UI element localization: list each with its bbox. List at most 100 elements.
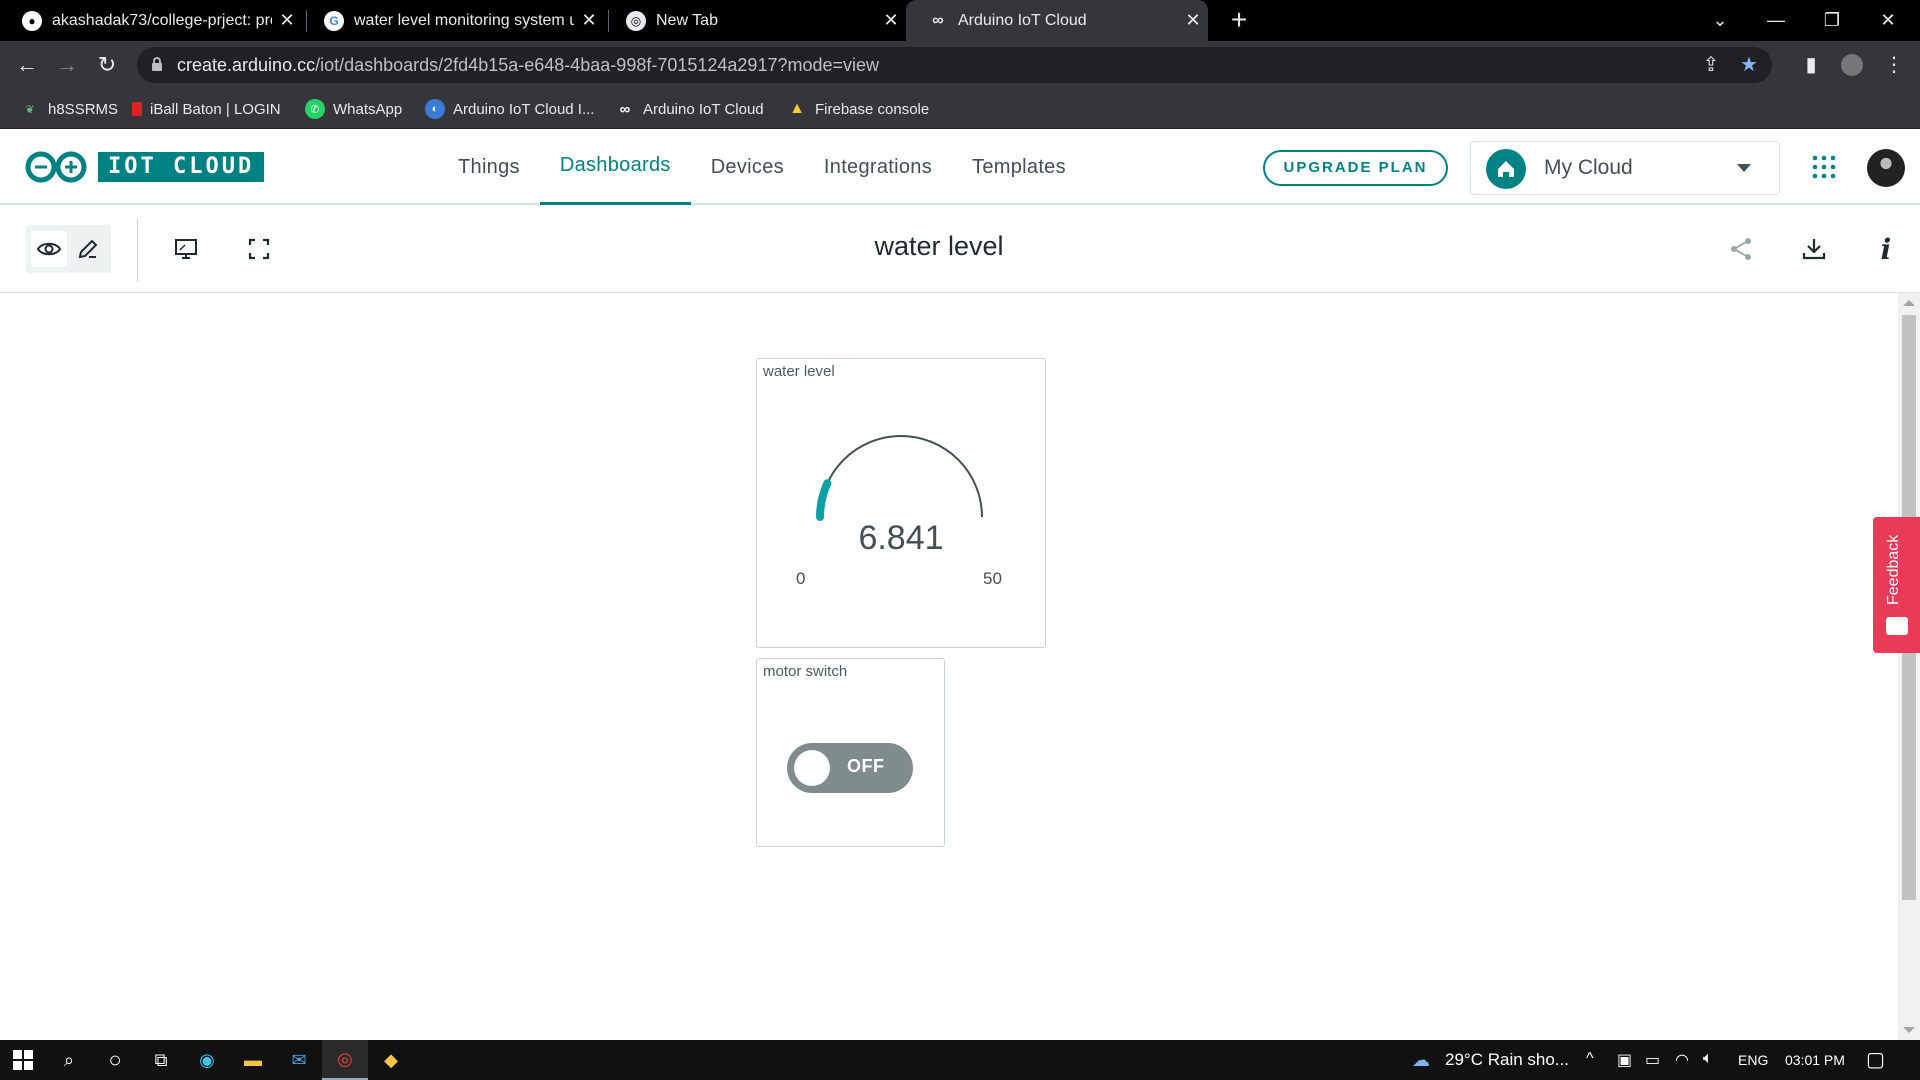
profile-icon[interactable] — [1838, 51, 1866, 79]
arduino-icon: ∞ — [932, 11, 944, 29]
chevron-down-icon — [1737, 164, 1751, 172]
volume-icon[interactable]: 🔈︎ — [1703, 1050, 1713, 1068]
dashboard-title: water level — [874, 231, 1004, 261]
apps-grid-icon[interactable] — [1810, 153, 1838, 181]
bookmark-arduino-iot-cloud[interactable]: ∞ Arduino IoT Cloud — [615, 97, 764, 121]
tab-arduino-iot-cloud[interactable]: ∞ Arduino IoT Cloud ✕ — [906, 0, 1208, 41]
gauge-dial — [816, 435, 983, 521]
bookmark-label: Firebase console — [815, 100, 930, 118]
download-icon — [1802, 239, 1826, 260]
restore-button[interactable]: ❐ — [1804, 0, 1860, 41]
bookmark-label: h8SSRMS — [48, 100, 119, 118]
bookmark-firebase[interactable]: ▲ Firebase console — [787, 97, 929, 121]
switch-knob — [794, 750, 830, 786]
close-icon[interactable]: ✕ — [876, 10, 906, 31]
device-icon[interactable]: ▣ — [1617, 1050, 1632, 1070]
cloud-selector-label: My Cloud — [1544, 156, 1633, 179]
logo-text: IOT CLOUD — [98, 152, 265, 182]
gauge-track — [819, 435, 983, 518]
close-icon[interactable]: ✕ — [574, 10, 604, 31]
window-close-button[interactable]: ✕ — [1860, 0, 1916, 41]
address-bar[interactable]: create.arduino.cc/iot/dashboards/2fd4b15… — [137, 47, 1772, 83]
bookmark-h8ssrms[interactable]: ❦ h8SSRMS — [20, 97, 118, 121]
language-indicator[interactable]: ENG — [1738, 1052, 1768, 1068]
windows-start-icon[interactable] — [0, 1040, 46, 1080]
nav-templates[interactable]: Templates — [952, 129, 1086, 205]
tray-chevron-icon[interactable]: ^ — [1586, 1050, 1594, 1068]
weather-text[interactable]: 29°C Rain sho... — [1445, 1050, 1569, 1070]
feedback-button[interactable]: Feedback — [1873, 517, 1920, 653]
wifi-icon[interactable]: ◠ — [1675, 1050, 1689, 1070]
weather-icon: ☁ — [1412, 1049, 1430, 1070]
home-icon — [1486, 149, 1526, 189]
tab-new-tab[interactable]: ◎ New Tab ✕ — [604, 0, 906, 41]
file-explorer-icon[interactable]: ▬ — [230, 1040, 276, 1080]
close-icon[interactable]: ✕ — [272, 10, 302, 31]
bookmark-star-icon[interactable]: ★ — [1735, 51, 1763, 79]
whatsapp-icon: ✆ — [305, 99, 325, 119]
tab-github[interactable]: ● akashadak73/college-prject: proj ✕ — [0, 0, 302, 41]
switch-state: OFF — [847, 756, 885, 776]
chrome-icon: ◎ — [626, 10, 646, 31]
app-taskbar-icon[interactable]: ◆ — [368, 1040, 414, 1080]
mail-icon[interactable]: ✉ — [276, 1040, 322, 1080]
share-page-icon[interactable]: ⇪ — [1697, 51, 1725, 79]
task-view-icon[interactable]: ⧉ — [138, 1040, 184, 1080]
main-nav: Things Dashboards Devices Integrations T… — [438, 129, 1086, 205]
forward-button[interactable]: → — [52, 50, 82, 80]
tab-title: Arduino IoT Cloud — [958, 11, 1087, 29]
new-tab-button[interactable]: + — [1223, 4, 1255, 36]
notifications-icon[interactable]: ▢ — [1866, 1047, 1885, 1072]
nav-dashboards[interactable]: Dashboards — [539, 129, 691, 205]
page-scrollbar[interactable] — [1898, 293, 1920, 1040]
cortana-icon[interactable]: ○ — [92, 1040, 138, 1080]
reload-button[interactable]: ↻ — [92, 50, 122, 80]
clock[interactable]: 03:01 PM — [1785, 1052, 1845, 1068]
arduino-icon: ∞ — [619, 100, 631, 118]
bookmark-label: Arduino IoT Cloud I... — [453, 100, 595, 118]
side-panel-icon[interactable]: ▮ — [1797, 51, 1825, 79]
github-icon: ● — [22, 10, 42, 31]
scroll-up-arrow[interactable] — [1903, 300, 1915, 306]
minimize-button[interactable]: — — [1748, 0, 1804, 41]
scroll-down-arrow[interactable] — [1903, 1027, 1915, 1033]
google-icon: G — [324, 10, 344, 31]
nav-devices[interactable]: Devices — [691, 129, 804, 205]
globe-icon: ◐ — [425, 99, 445, 119]
motor-switch-toggle[interactable]: OFF — [787, 743, 913, 793]
nav-integrations[interactable]: Integrations — [804, 129, 952, 205]
edge-icon[interactable]: ◉ — [184, 1040, 230, 1080]
dashboard-canvas: water level 6.841 0 50 motor switch OFF — [0, 293, 1898, 1040]
back-button[interactable]: ← — [12, 50, 42, 80]
bookmark-arduino-iot-cloud-i[interactable]: ◐ Arduino IoT Cloud I... — [425, 97, 594, 121]
user-avatar[interactable] — [1867, 149, 1905, 187]
close-icon[interactable]: ✕ — [1178, 10, 1208, 31]
bookmark-iball[interactable]: iBall Baton | LOGIN — [132, 97, 281, 121]
battery-icon[interactable]: ▭ — [1645, 1050, 1660, 1070]
bookmark-whatsapp[interactable]: ✆ WhatsApp — [305, 97, 402, 121]
tab-google-search[interactable]: G water level monitoring system us ✕ — [302, 0, 604, 41]
tab-search-button[interactable]: ⌄ — [1692, 0, 1748, 41]
gauge-min-label: 0 — [796, 569, 806, 588]
leaf-icon: ❦ — [25, 103, 35, 116]
browser-toolbar: ← → ↻ create.arduino.cc/iot/dashboards/2… — [0, 41, 1920, 89]
iot-cloud-logo[interactable]: IOT CLOUD — [24, 151, 265, 183]
upgrade-plan-button[interactable]: UPGRADE PLAN — [1263, 150, 1448, 186]
url-text: create.arduino.cc/iot/dashboards/2fd4b15… — [177, 55, 880, 75]
feedback-label: Feedback — [1885, 534, 1902, 605]
chrome-menu-icon[interactable]: ⋮ — [1880, 51, 1908, 79]
gauge-value: 6.841 — [858, 519, 944, 557]
download-button[interactable] — [1798, 233, 1830, 265]
info-icon[interactable]: i — [1870, 233, 1902, 266]
cloud-selector[interactable]: My Cloud — [1470, 141, 1780, 195]
dashboard-toolbar: water level i — [0, 205, 1920, 293]
gauge-widget[interactable]: water level 6.841 0 50 — [756, 358, 1046, 648]
chrome-taskbar-icon[interactable]: ◎ — [322, 1040, 368, 1080]
bookmark-label: Arduino IoT Cloud — [643, 100, 764, 118]
windows-taskbar: ⌕ ○ ⧉ ◉ ▬ ✉ ◎ ◆ ☁ 29°C Rain sho... ^ ▣ ▭… — [0, 1040, 1920, 1080]
share-button[interactable] — [1725, 233, 1757, 265]
search-icon[interactable]: ⌕ — [46, 1040, 92, 1080]
nav-things[interactable]: Things — [438, 129, 540, 205]
bookmarks-bar: ❦ h8SSRMS iBall Baton | LOGIN ✆ WhatsApp ◐… — [0, 89, 1920, 129]
bookmark-label: iBall Baton | LOGIN — [150, 100, 281, 118]
